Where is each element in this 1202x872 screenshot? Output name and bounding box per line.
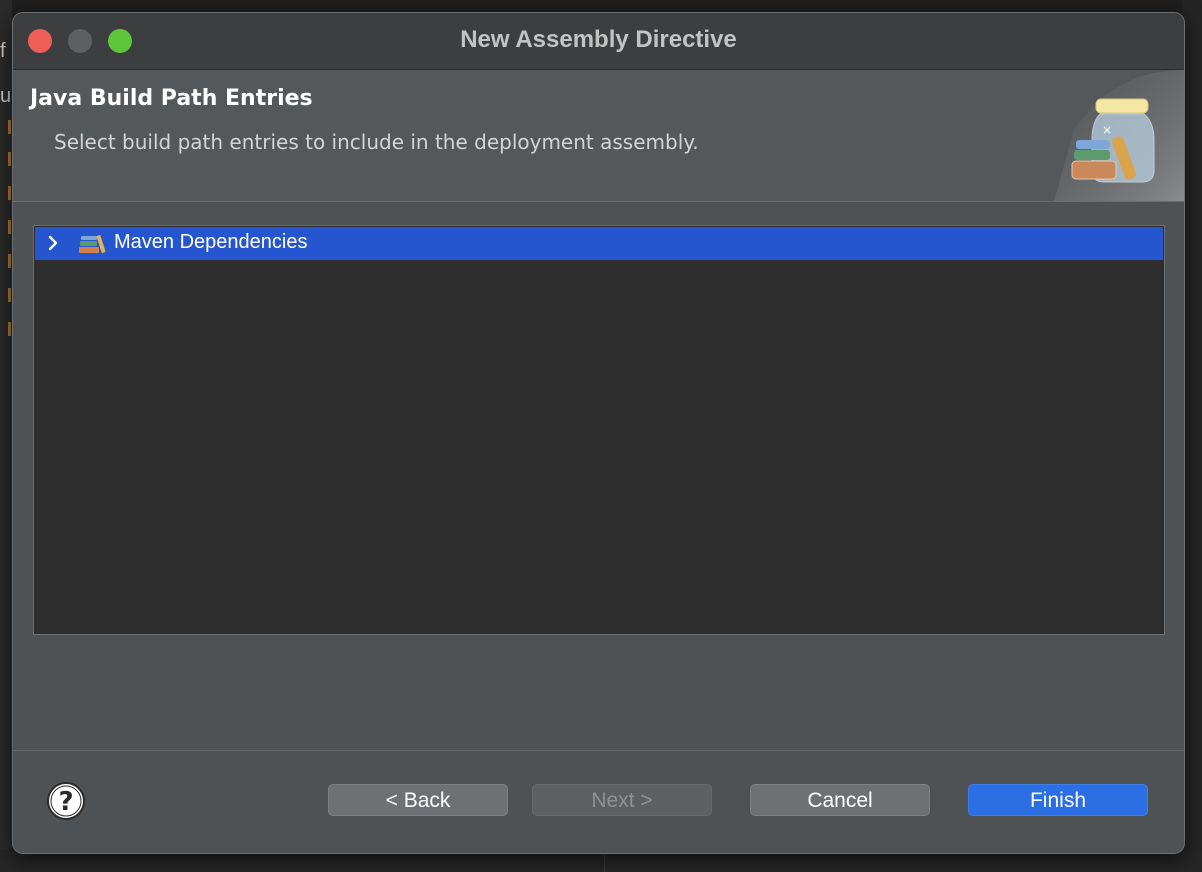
window-title: New Assembly Directive xyxy=(460,26,737,53)
tree-item-label: Maven Dependencies xyxy=(114,231,308,253)
footer-divider xyxy=(13,750,1184,751)
background-marker xyxy=(8,152,11,166)
new-assembly-directive-dialog: New Assembly Directive Java Build Path E… xyxy=(12,12,1185,854)
wizard-header: Java Build Path Entries Select build pat… xyxy=(13,70,1184,202)
background-editor-right xyxy=(1182,0,1202,872)
background-char: f xyxy=(0,40,6,62)
jar-library-wizard-icon: × xyxy=(1054,70,1184,201)
back-button[interactable]: < Back xyxy=(328,784,508,816)
next-button[interactable]: Next > xyxy=(532,784,712,816)
library-books-icon xyxy=(79,235,106,253)
chevron-right-icon[interactable] xyxy=(43,233,63,253)
finish-button[interactable]: Finish xyxy=(968,784,1148,816)
window-titlebar[interactable]: New Assembly Directive xyxy=(13,13,1184,70)
background-marker xyxy=(8,120,11,134)
background-marker xyxy=(8,288,11,302)
background-char: u xyxy=(0,85,12,107)
background-marker xyxy=(8,220,11,234)
background-marker xyxy=(8,186,11,200)
background-editor-gutter: f u xyxy=(0,0,12,872)
build-path-entries-tree[interactable]: Maven Dependencies xyxy=(33,225,1165,635)
page-title: Java Build Path Entries xyxy=(30,86,313,111)
background-marker xyxy=(8,254,11,268)
tree-item-maven-dependencies[interactable]: Maven Dependencies xyxy=(35,227,1163,260)
page-description: Select build path entries to include in … xyxy=(54,130,699,154)
background-marker xyxy=(8,322,11,336)
svg-text:?: ? xyxy=(58,787,73,817)
help-icon[interactable]: ? xyxy=(46,781,86,821)
svg-text:×: × xyxy=(1102,123,1112,137)
cancel-button[interactable]: Cancel xyxy=(750,784,930,816)
